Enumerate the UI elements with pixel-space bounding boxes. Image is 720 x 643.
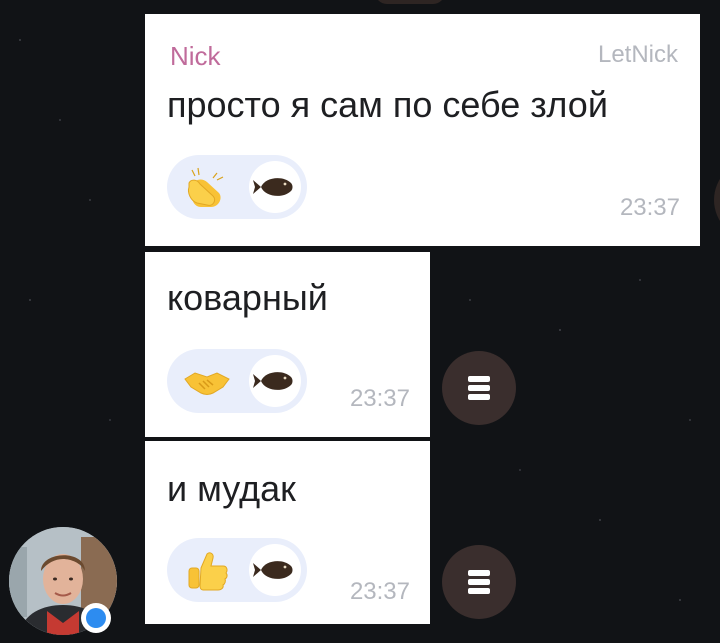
reactor-avatar	[249, 544, 301, 596]
thumbs-up-icon	[188, 552, 228, 591]
hamburger-menu-icon	[468, 376, 490, 400]
message-text: коварный	[167, 277, 328, 318]
message-time: 23:37	[619, 194, 680, 221]
sender-name[interactable]: Nick	[170, 41, 221, 72]
adjacent-element	[375, 0, 445, 4]
flounder-fish-icon	[253, 178, 293, 196]
message-text: просто я сам по себе злой	[167, 84, 608, 125]
message-menu-button[interactable]	[442, 545, 516, 619]
message-bubble[interactable]: коварный 23:37	[145, 252, 430, 437]
message-time: 23:37	[349, 578, 410, 605]
flounder-fish-icon	[253, 372, 293, 390]
reaction-pill[interactable]	[167, 155, 307, 219]
message-time: 23:37	[349, 385, 410, 412]
message-menu-button[interactable]	[442, 351, 516, 425]
reaction-pill[interactable]	[167, 538, 307, 602]
reactor-avatar	[249, 355, 301, 407]
clapping-hands-icon	[188, 167, 224, 207]
reactor-avatar	[249, 161, 301, 213]
message-text: и мудак	[167, 468, 296, 509]
online-status-indicator	[81, 603, 111, 633]
handshake-icon	[184, 372, 230, 395]
message-bubble[interactable]: Nick LetNick просто я сам по себе злой 2…	[145, 14, 700, 246]
hamburger-menu-icon	[468, 570, 490, 594]
flounder-fish-icon	[253, 561, 293, 579]
offscreen-button[interactable]	[714, 160, 720, 240]
sender-tag: LetNick	[597, 41, 678, 68]
message-bubble[interactable]: и мудак 23:37	[145, 441, 430, 624]
reaction-pill[interactable]	[167, 349, 307, 413]
